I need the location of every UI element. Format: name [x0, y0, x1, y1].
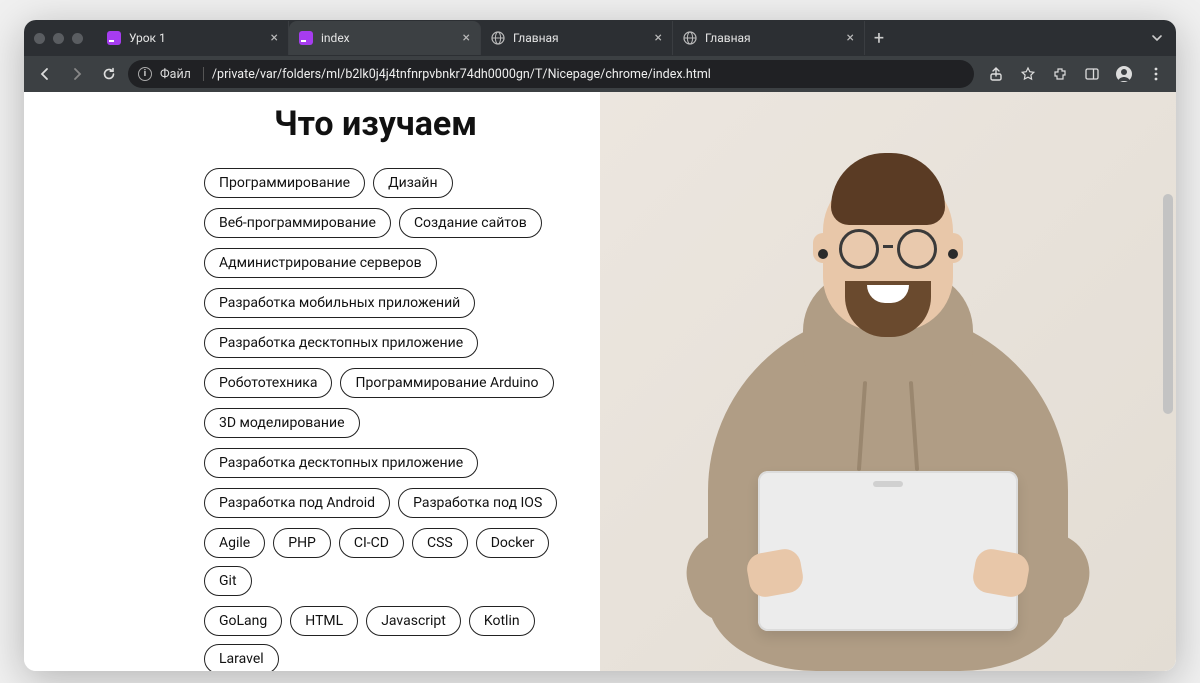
favicon-ij-icon [107, 31, 121, 45]
tag-row: Робототехника Программирование Arduino [204, 368, 580, 398]
tag[interactable]: Разработка под Android [204, 488, 390, 518]
tag[interactable]: CSS [412, 528, 468, 558]
globe-icon [683, 31, 697, 45]
tag-row: Разработка мобильных приложений [204, 288, 580, 318]
bookmark-star-icon[interactable] [1016, 62, 1040, 86]
tab-title: Главная [705, 31, 839, 45]
vertical-scrollbar[interactable] [1162, 164, 1174, 667]
hero-image [600, 92, 1176, 671]
new-tab-button[interactable]: + [865, 28, 893, 49]
tabs-dropdown-button[interactable] [1150, 31, 1176, 45]
browser-toolbar: i Файл /private/var/folders/ml/b2lk0j4j4… [24, 56, 1176, 92]
tag[interactable]: Дизайн [373, 168, 453, 198]
tag-row: Веб-программирование Создание сайтов [204, 208, 580, 238]
tag-row: Разработка десктопных приложение [204, 328, 580, 358]
tag-row: Программирование Дизайн [204, 168, 580, 198]
tag[interactable]: Разработка под IOS [398, 488, 557, 518]
tab-1[interactable]: index × [289, 21, 481, 55]
tag[interactable]: Javascript [366, 606, 461, 636]
tag[interactable]: Разработка десктопных приложение [204, 448, 478, 478]
tab-0[interactable]: Урок 1 × [97, 21, 289, 55]
tag[interactable]: CI-CD [339, 528, 404, 558]
tag[interactable]: Agile [204, 528, 265, 558]
scrollbar-thumb[interactable] [1163, 194, 1173, 414]
toolbar-right [980, 62, 1168, 86]
tag-row: Разработка десктопных приложение [204, 448, 580, 478]
person-illustration [673, 151, 1103, 671]
laptop-icon [758, 471, 1018, 631]
tag[interactable]: Программирование Arduino [340, 368, 553, 398]
tag[interactable]: Разработка мобильных приложений [204, 288, 475, 318]
tag[interactable]: Программирование [204, 168, 365, 198]
tag-list: Программирование Дизайн Веб-программирован… [204, 168, 580, 671]
tag[interactable]: Laravel [204, 644, 279, 671]
forward-button[interactable] [64, 61, 90, 87]
window-max-dot[interactable] [72, 33, 83, 44]
site-info-icon[interactable]: i [138, 67, 152, 81]
tag[interactable]: GoLang [204, 606, 282, 636]
tag[interactable]: PHP [273, 528, 331, 558]
tab-title: Главная [513, 31, 647, 45]
url-scheme-label: Файл [160, 67, 195, 82]
window-controls[interactable] [34, 33, 83, 44]
tag-row: Разработка под Android Разработка под IOS [204, 488, 580, 518]
browser-window: Урок 1 × index × Главная × Главная × + [24, 20, 1176, 671]
tag-row: Agile PHP CI-CD CSS Docker Git [204, 528, 580, 596]
url-path: /private/var/folders/ml/b2lk0j4j4tnfnrpv… [212, 67, 711, 82]
share-icon[interactable] [984, 62, 1008, 86]
window-close-dot[interactable] [34, 33, 45, 44]
tag[interactable]: 3D моделирование [204, 408, 360, 438]
favicon-ij-icon [299, 31, 313, 45]
tab-strip: Урок 1 × index × Главная × Главная × + [24, 20, 1176, 56]
reload-button[interactable] [96, 61, 122, 87]
menu-icon[interactable] [1144, 62, 1168, 86]
tab-title: index [321, 31, 455, 45]
tag[interactable]: Администрирование серверов [204, 248, 437, 278]
back-button[interactable] [32, 61, 58, 87]
side-panel-icon[interactable] [1080, 62, 1104, 86]
globe-icon [491, 31, 505, 45]
tag[interactable]: Робототехника [204, 368, 332, 398]
content-left: Что изучаем Программирование Дизайн Веб-пр… [24, 92, 600, 671]
tab-2[interactable]: Главная × [481, 21, 673, 55]
tag[interactable]: HTML [290, 606, 358, 636]
tag-row: Администрирование серверов [204, 248, 580, 278]
tag-row: 3D моделирование [204, 408, 580, 438]
page-viewport: Что изучаем Программирование Дизайн Веб-пр… [24, 92, 1176, 671]
tag[interactable]: Веб-программирование [204, 208, 391, 238]
page-heading: Что изучаем [274, 104, 580, 144]
window-min-dot[interactable] [53, 33, 64, 44]
tag[interactable]: Разработка десктопных приложение [204, 328, 478, 358]
close-icon[interactable]: × [847, 30, 854, 46]
separator [203, 67, 204, 81]
extensions-icon[interactable] [1048, 62, 1072, 86]
close-icon[interactable]: × [271, 30, 278, 46]
close-icon[interactable]: × [463, 30, 470, 46]
tab-3[interactable]: Главная × [673, 21, 865, 55]
tag[interactable]: Git [204, 566, 252, 596]
close-icon[interactable]: × [655, 30, 662, 46]
tag[interactable]: Kotlin [469, 606, 535, 636]
tag[interactable]: Docker [476, 528, 550, 558]
tab-title: Урок 1 [129, 31, 263, 45]
tag[interactable]: Создание сайтов [399, 208, 542, 238]
address-bar[interactable]: i Файл /private/var/folders/ml/b2lk0j4j4… [128, 60, 974, 88]
tag-row: GoLang HTML Javascript Kotlin Laravel [204, 606, 580, 671]
profile-icon[interactable] [1112, 62, 1136, 86]
